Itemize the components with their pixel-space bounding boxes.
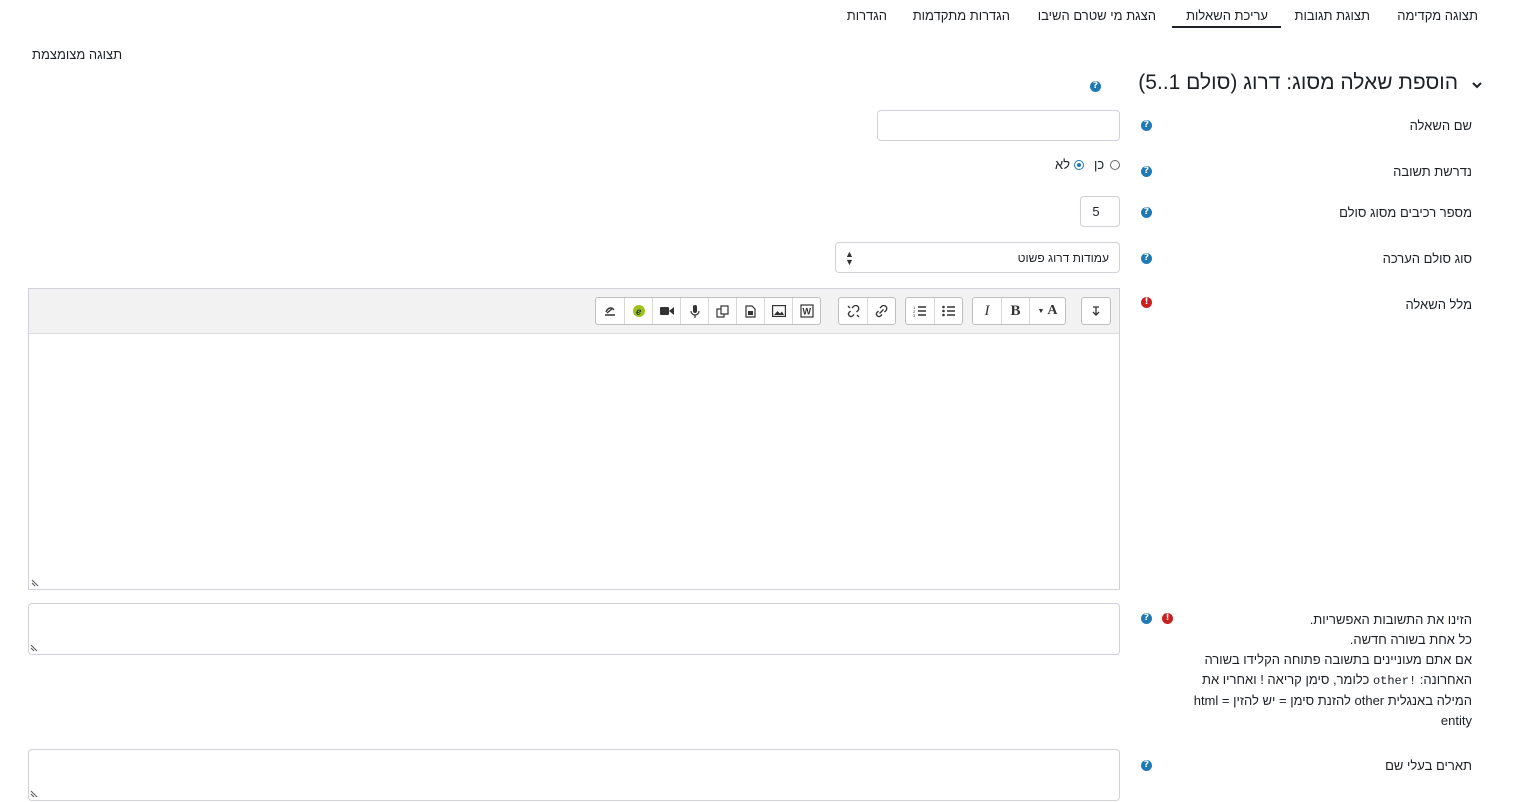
toolbar-group-expand (1081, 297, 1111, 325)
svg-text:3: 3 (913, 313, 916, 317)
radio-no-label: לא (1055, 157, 1071, 172)
possible-answers-label-line-1: הזינו את התשובות האפשריות. (1309, 612, 1472, 627)
resize-handle-icon[interactable] (30, 788, 40, 798)
tab-edit-questions[interactable]: עריכת השאלות (1186, 8, 1268, 23)
tab-settings[interactable]: הגדרות (847, 8, 887, 23)
svg-text:ℯ: ℯ (636, 307, 642, 317)
arrow-down-icon[interactable] (1082, 298, 1110, 324)
possible-answers-label: הזינו את התשובות האפשריות. כל אחת בשורה … (1172, 610, 1472, 731)
link-icon[interactable] (867, 298, 895, 324)
question-text-label: מלל השאלה (1405, 297, 1472, 312)
named-degree-label: תארים בעלי שם (1385, 758, 1472, 773)
editor-toolbar: I B ▼ A 123 ℯ W (29, 289, 1119, 334)
toolbar-group-links (838, 297, 896, 325)
help-icon[interactable]: ? (1090, 81, 1101, 92)
scale-type-selected: עמודות דרוג פשוט (1017, 251, 1109, 265)
tab-preview[interactable]: תצוגה מקדימה (1397, 8, 1478, 23)
question-name-label: שם השאלה (1409, 118, 1472, 133)
scale-items-input[interactable] (1080, 196, 1120, 227)
help-icon[interactable]: ? (1141, 166, 1152, 177)
scale-items-label: מספר רכיבים מסוג סולם (1339, 205, 1472, 220)
help-icon[interactable]: ? (1141, 120, 1152, 131)
accessibility-icon[interactable] (596, 298, 624, 324)
compact-view-link[interactable]: תצוגה מצומצמת (32, 47, 122, 62)
font-color-icon[interactable]: ▼ A (1029, 298, 1065, 324)
toolbar-group-format: I B ▼ A (972, 297, 1066, 325)
resize-handle-icon[interactable] (30, 642, 40, 652)
record-audio-icon[interactable] (680, 298, 708, 324)
other-code: !other (1372, 674, 1417, 688)
h5p-icon[interactable]: ℯ (624, 298, 652, 324)
unlink-icon[interactable] (839, 298, 867, 324)
section-title: הוספת שאלה מסוג: דרוג (סולם 1..5) (1138, 71, 1458, 94)
tab-responses[interactable]: תצוגת תגובות (1294, 8, 1370, 23)
chevron-down-icon[interactable] (1470, 78, 1484, 92)
media-icon[interactable] (736, 298, 764, 324)
record-video-icon[interactable] (652, 298, 680, 324)
tab-advanced-settings[interactable]: הגדרות מתקדמות (913, 8, 1010, 23)
resize-handle-icon[interactable] (31, 577, 41, 587)
toolbar-group-lists: 123 (905, 297, 963, 325)
scale-type-select[interactable]: עמודות דרוג פשוט ▲ ▼ (835, 242, 1120, 273)
bold-icon[interactable]: B (1001, 298, 1029, 324)
svg-text:W: W (802, 307, 811, 317)
active-tab-indicator (1172, 26, 1281, 28)
scale-type-label: סוג סולם הערכה (1382, 251, 1472, 266)
bullet-list-icon[interactable] (934, 298, 962, 324)
radio-no[interactable] (1074, 160, 1084, 170)
manage-files-icon[interactable] (708, 298, 736, 324)
help-icon[interactable]: ? (1141, 760, 1152, 771)
italic-icon[interactable]: I (973, 298, 1001, 324)
toolbar-group-insert: ℯ W (595, 297, 821, 325)
tab-non-respondents[interactable]: הצגת מי שטרם השיבו (1038, 8, 1156, 23)
word-import-icon[interactable]: W (792, 298, 820, 324)
numbered-list-icon[interactable]: 123 (906, 298, 934, 324)
question-text-editor[interactable]: I B ▼ A 123 ℯ W (28, 288, 1120, 590)
select-arrows-icon: ▲ ▼ (845, 249, 854, 267)
question-name-input[interactable] (877, 110, 1120, 141)
font-letter: A (1047, 303, 1058, 318)
required-icon: ! (1141, 297, 1152, 308)
radio-yes-label: כן (1094, 157, 1105, 172)
help-icon[interactable]: ? (1141, 253, 1152, 264)
response-required-label: נדרשת תשובה (1393, 164, 1472, 179)
possible-answers-help: אם אתם מעוניינים בתשובה פתוחה הקלידו בשו… (1172, 650, 1472, 731)
radio-yes[interactable] (1110, 160, 1120, 170)
named-degree-textarea[interactable] (28, 749, 1120, 801)
possible-answers-label-line-2: כל אחת בשורה חדשה. (1349, 632, 1472, 647)
possible-answers-textarea[interactable] (28, 603, 1120, 655)
image-icon[interactable] (764, 298, 792, 324)
help-icon[interactable]: ? (1141, 613, 1152, 624)
help-icon[interactable]: ? (1141, 207, 1152, 218)
